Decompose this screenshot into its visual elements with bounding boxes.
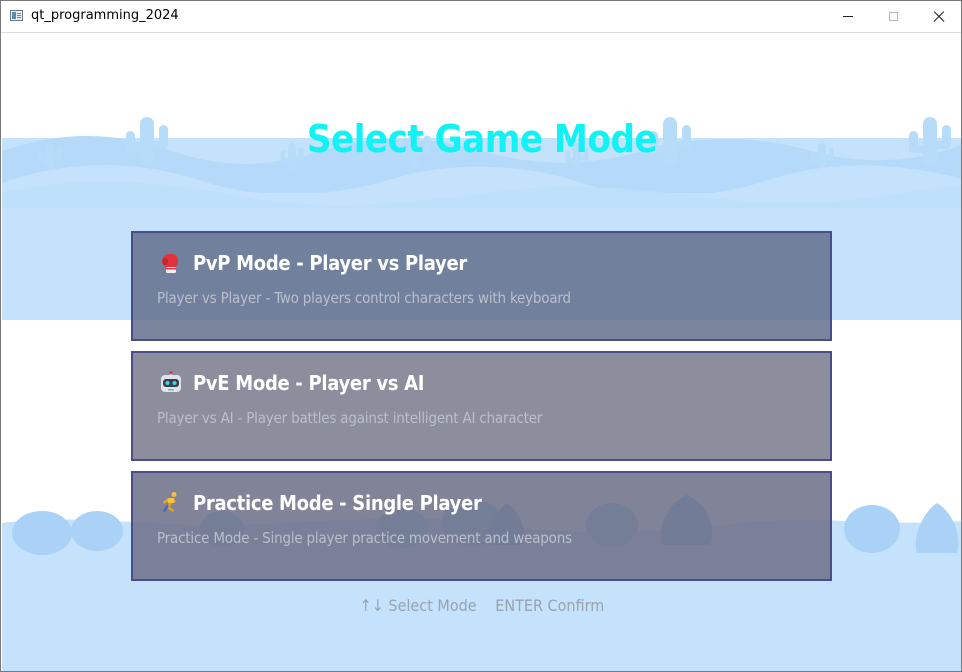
mode-option-title: PvP Mode - Player vs Player (159, 248, 467, 278)
mode-option-pve[interactable]: PvE Mode - Player vs AI Player vs AI - P… (131, 351, 832, 461)
mode-option-title: Practice Mode - Single Player (159, 488, 482, 518)
robot-icon (159, 371, 183, 395)
mode-option-title-text: PvE Mode - Player vs AI (193, 371, 425, 395)
close-button[interactable] (916, 1, 961, 32)
mode-option-practice[interactable]: Practice Mode - Single Player Practice M… (131, 471, 832, 581)
mode-option-description: Practice Mode - Single player practice m… (157, 529, 572, 547)
hint-confirm: ENTER Confirm (495, 596, 605, 615)
boxing-glove-icon (159, 251, 183, 275)
game-scene: Select Game Mode PvP Mode - Player vs Pl… (2, 33, 961, 671)
controls-hint: ↑↓ Select Mode ENTER Confirm (2, 596, 961, 615)
mode-option-title: PvE Mode - Player vs AI (159, 368, 424, 398)
minimize-icon (843, 16, 853, 17)
maximize-icon (888, 12, 898, 21)
title-bar[interactable]: qt_programming_2024 (1, 1, 961, 33)
maximize-button[interactable] (870, 1, 916, 32)
mode-option-description: Player vs AI - Player battles against in… (157, 409, 543, 427)
close-icon (933, 11, 945, 23)
minimize-button[interactable] (825, 1, 871, 32)
mode-option-description: Player vs Player - Two players control c… (157, 289, 571, 307)
mode-option-title-text: Practice Mode - Single Player (193, 491, 482, 515)
mode-option-title-text: PvP Mode - Player vs Player (193, 251, 467, 275)
app-window-icon (10, 10, 23, 21)
page-title: Select Game Mode (306, 117, 658, 161)
window-title: qt_programming_2024 (31, 8, 179, 23)
game-window: qt_programming_2024 Select Game Mode PvP… (0, 0, 962, 672)
hint-select: ↑↓ Select Mode (359, 596, 477, 615)
mode-option-pvp[interactable]: PvP Mode - Player vs Player Player vs Pl… (131, 231, 832, 341)
running-person-icon (159, 491, 183, 515)
